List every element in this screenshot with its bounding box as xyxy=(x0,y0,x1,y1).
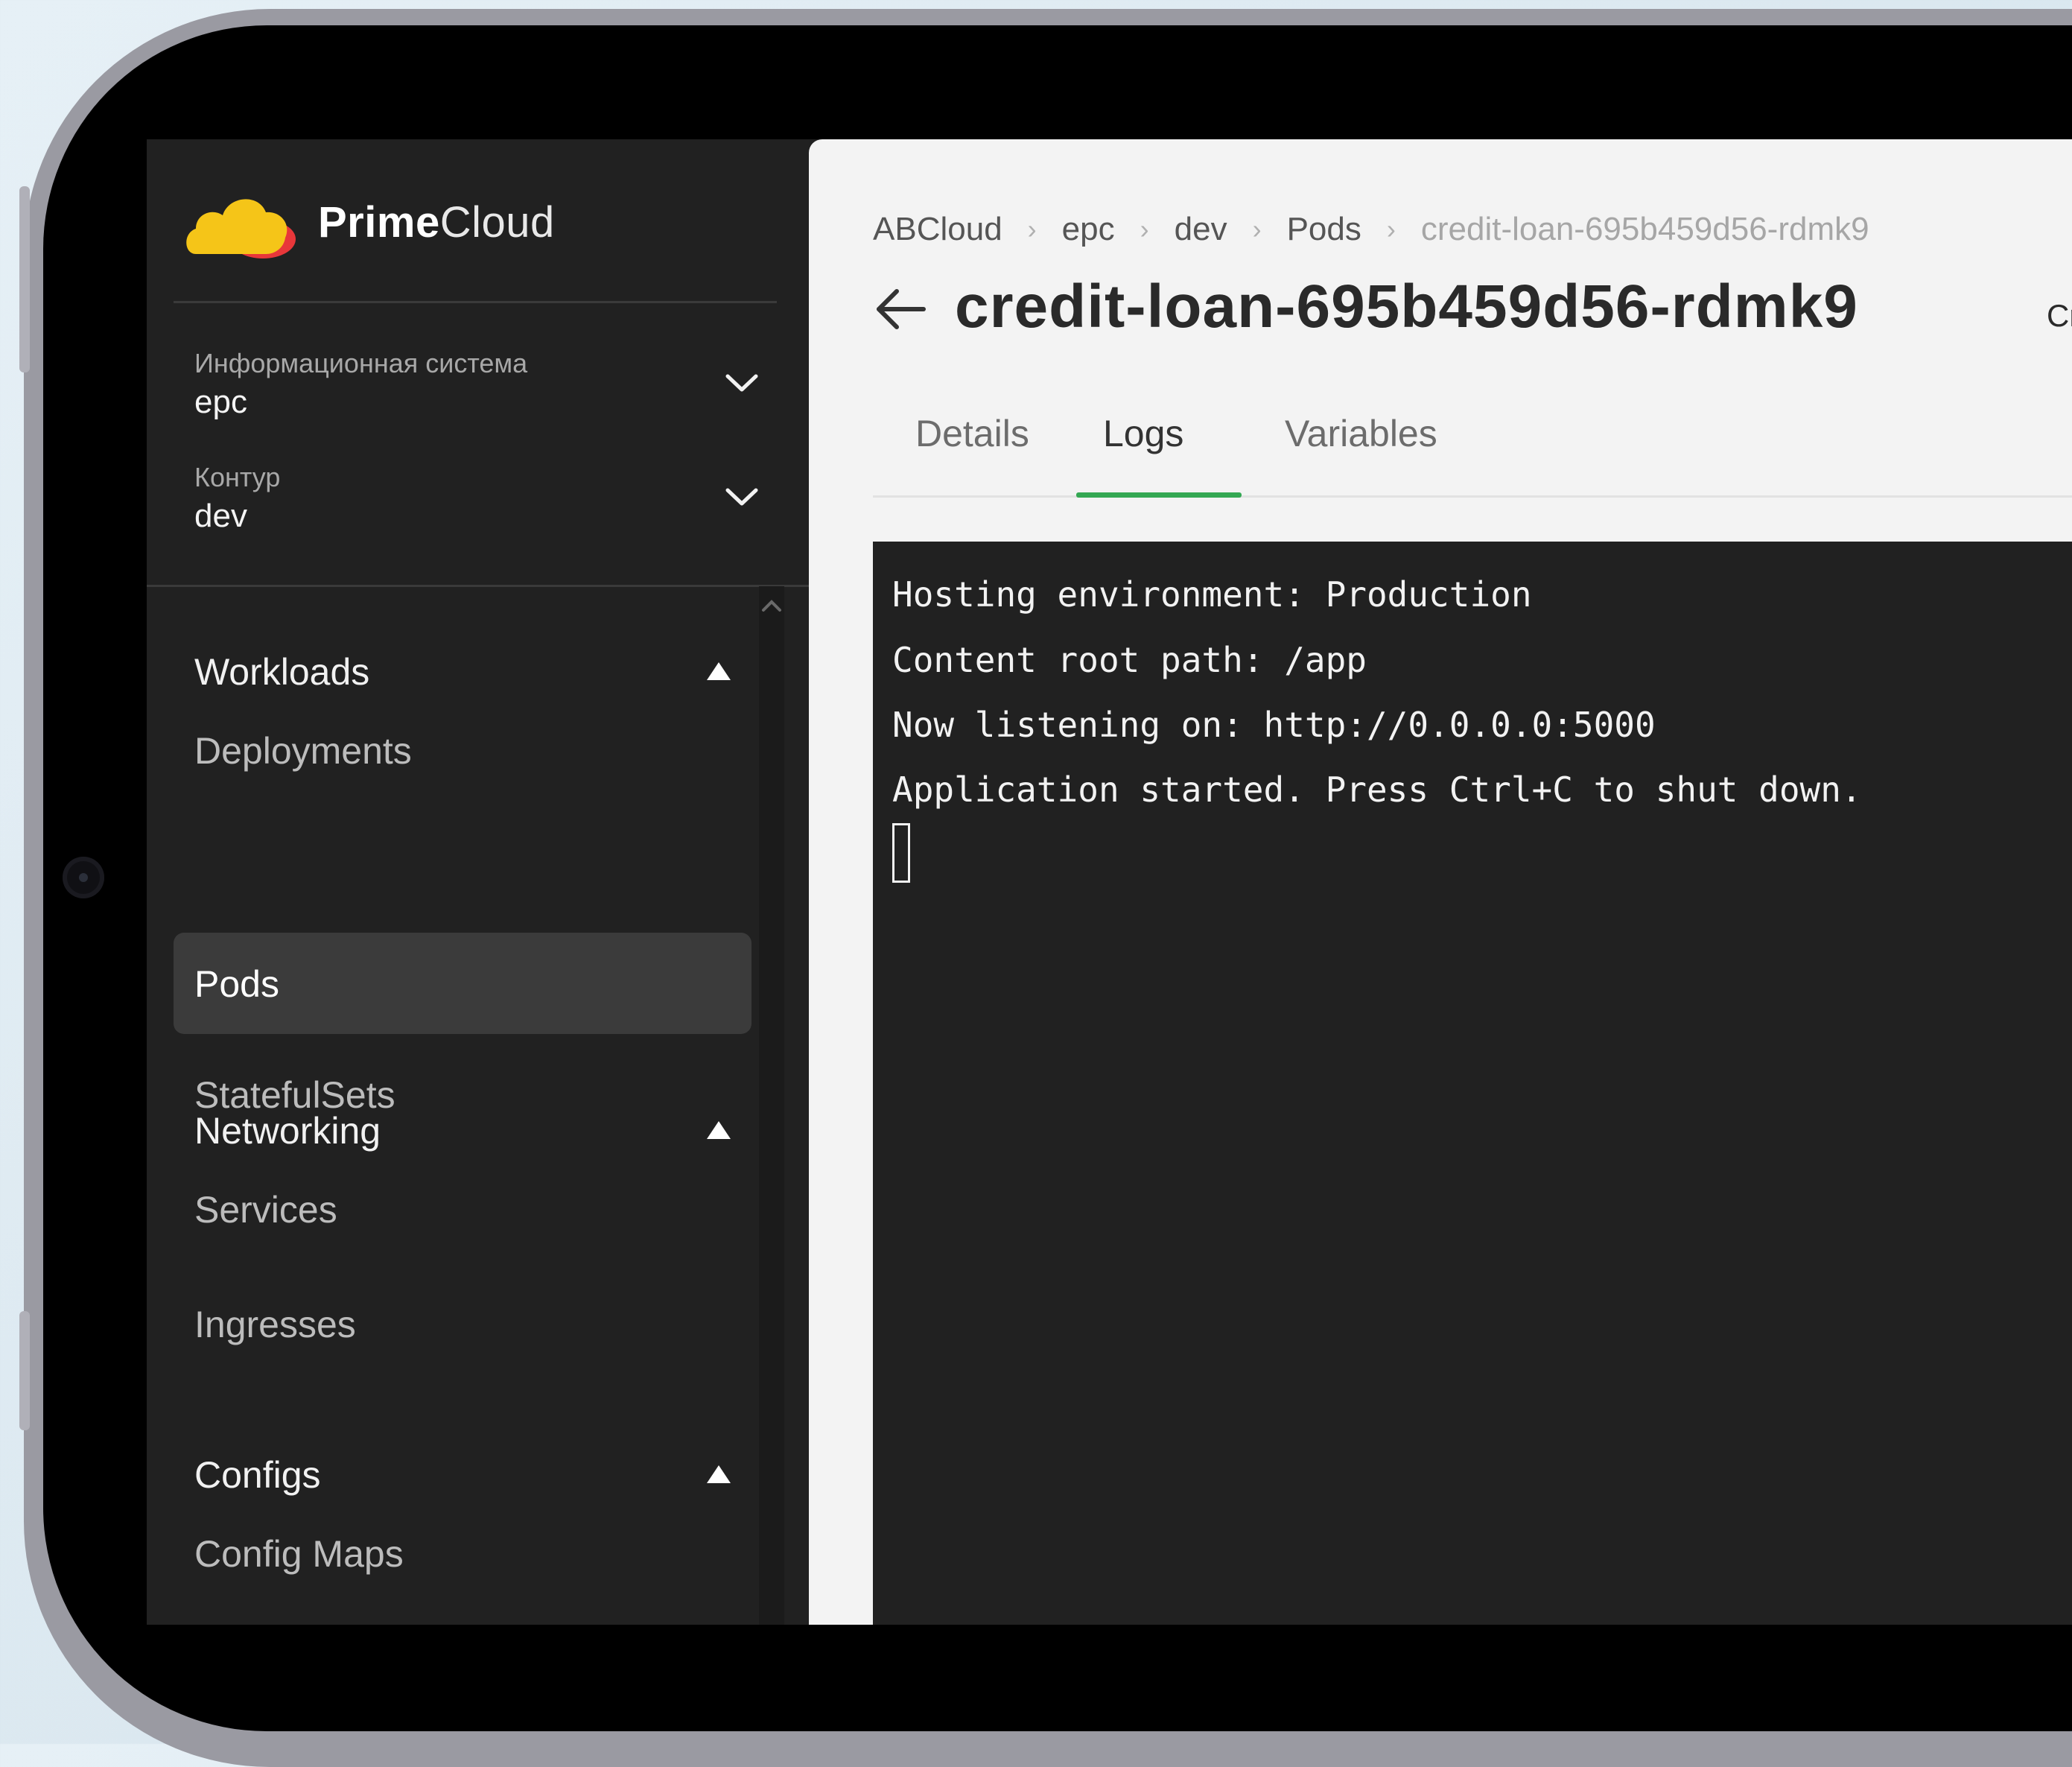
divider xyxy=(174,301,777,303)
breadcrumb: ABCloud › epc › dev › Pods › credit-loan… xyxy=(873,211,1869,248)
log-line: Application started. Press Ctrl+C to shu… xyxy=(892,770,1862,810)
volume-button xyxy=(19,186,30,372)
back-arrow-icon[interactable] xyxy=(873,285,928,333)
breadcrumb-item[interactable]: Pods xyxy=(1287,211,1361,248)
breadcrumb-separator-icon: › xyxy=(1140,214,1149,244)
nav-group-workloads[interactable]: Workloads xyxy=(194,637,731,704)
brand-name: PrimeCloud xyxy=(318,197,555,247)
breadcrumb-item[interactable]: dev xyxy=(1175,211,1227,248)
sidebar-item-deployments[interactable]: Deployments xyxy=(174,699,751,801)
contour-value: dev xyxy=(194,498,247,534)
nav-group-networking[interactable]: Networking xyxy=(194,1096,731,1163)
sidebar: PrimeCloud Информационная система epc Ко… xyxy=(147,139,809,1625)
collapse-up-icon xyxy=(707,1121,731,1139)
breadcrumb-separator-icon: › xyxy=(1027,214,1037,244)
contour-label: Контур xyxy=(194,462,281,492)
main-panel: ABCloud › epc › dev › Pods › credit-loan… xyxy=(809,139,2072,1625)
contour-select[interactable]: Контур dev xyxy=(194,462,775,566)
chevron-down-icon xyxy=(725,488,758,506)
collapse-up-icon xyxy=(707,1465,731,1483)
log-line: Now listening on: http://0.0.0.0:5000 xyxy=(892,705,1656,745)
sidebar-item-label: Config Maps xyxy=(194,1533,404,1575)
terminal-cursor xyxy=(892,823,910,883)
sidebar-item-label: Services xyxy=(194,1189,337,1231)
breadcrumb-current: credit-loan-695b459d56-rdmk9 xyxy=(1420,211,1869,247)
info-system-value: epc xyxy=(194,384,247,420)
camera-icon xyxy=(63,857,104,898)
tab-details[interactable]: Details xyxy=(915,412,1029,455)
sidebar-item-label: Deployments xyxy=(194,730,412,772)
sidebar-item-services[interactable]: Services xyxy=(174,1158,751,1260)
active-tab-indicator xyxy=(1076,492,1242,498)
nav-group-configs[interactable]: Configs xyxy=(194,1440,731,1507)
chevron-down-icon xyxy=(725,374,758,392)
screen: PrimeCloud Информационная система epc Ко… xyxy=(147,139,2072,1625)
sidebar-item-config-maps[interactable]: Config Maps xyxy=(174,1503,751,1604)
collapse-up-icon xyxy=(707,662,731,680)
sidebar-item-ingresses[interactable]: Ingresses xyxy=(174,1273,751,1374)
log-terminal[interactable]: Hosting environment: Production Content … xyxy=(873,542,2072,1625)
sidebar-scrollbar[interactable] xyxy=(759,586,784,1625)
nav-group-label: Configs xyxy=(194,1454,321,1496)
breadcrumb-item[interactable]: epc xyxy=(1062,211,1115,248)
power-button xyxy=(19,1311,30,1430)
nav-group-label: Networking xyxy=(194,1110,381,1152)
sidebar-item-pods[interactable]: Pods xyxy=(174,933,751,1034)
tab-variables[interactable]: Variables xyxy=(1285,412,1437,455)
brand-logo[interactable]: PrimeCloud xyxy=(182,181,555,263)
page-title: credit-loan-695b459d56-rdmk9 xyxy=(955,273,1858,340)
created-time: Created 3 da xyxy=(2047,298,2072,333)
log-line: Content root path: /app xyxy=(892,640,1367,680)
breadcrumb-item[interactable]: ABCloud xyxy=(873,211,1002,248)
log-line: Hosting environment: Production xyxy=(892,574,1532,615)
breadcrumb-separator-icon: › xyxy=(1252,214,1262,244)
cloud-logo-icon xyxy=(186,199,296,258)
info-system-select[interactable]: Информационная система epc xyxy=(194,348,775,452)
info-system-label: Информационная система xyxy=(194,348,528,378)
tab-logs[interactable]: Logs xyxy=(1103,412,1183,455)
sidebar-item-label: Ingresses xyxy=(194,1304,356,1345)
breadcrumb-separator-icon: › xyxy=(1386,214,1396,244)
sidebar-item-label: Pods xyxy=(194,963,279,1005)
tabs-divider xyxy=(873,495,2072,498)
nav-group-label: Workloads xyxy=(194,651,370,693)
scroll-up-icon[interactable] xyxy=(760,597,783,615)
divider xyxy=(147,585,809,587)
